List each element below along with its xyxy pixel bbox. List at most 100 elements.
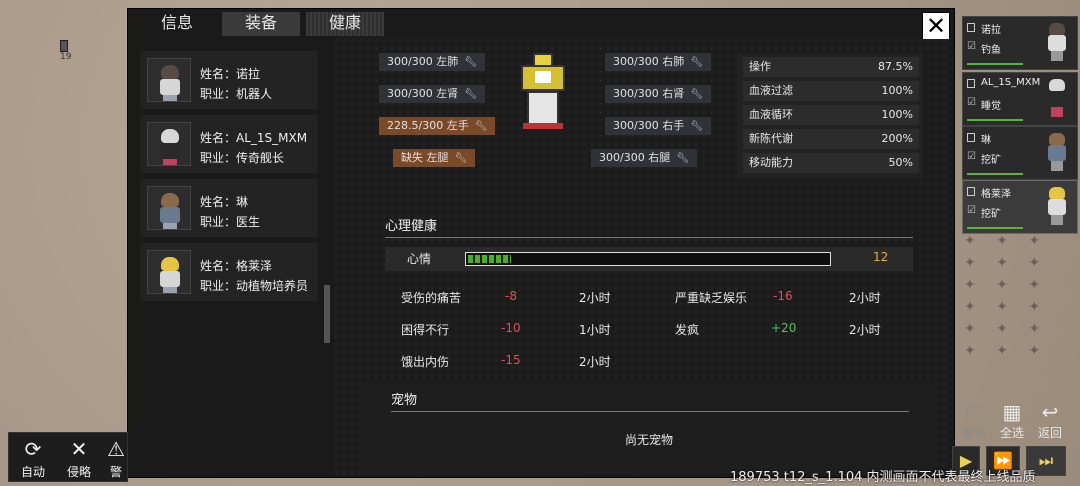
robot-chest (535, 71, 551, 83)
pets-section: 宠物 尚无宠物 (361, 383, 933, 475)
alert-label: 警 (109, 465, 122, 479)
tab-info[interactable]: 信息 (138, 12, 216, 36)
part-right-leg[interactable]: 300/300 右腿 🔧︎ (591, 149, 697, 167)
avatar (1041, 131, 1073, 177)
part-label: 300/300 右肾 (613, 87, 685, 100)
quick-card-job: 挖矿 (981, 209, 1001, 220)
tab-equipment[interactable]: 装备 (222, 12, 300, 36)
checkbox-icon[interactable]: ☑ (967, 41, 976, 52)
pets-title: 宠物 (391, 393, 418, 408)
avatar-body (160, 207, 180, 223)
select-all-label: 全选 (999, 426, 1024, 440)
colonist-card-gelaize[interactable]: 姓名：格莱泽 职业：动植物培养员 (140, 243, 318, 301)
colonist-icon (967, 187, 975, 196)
alert-button[interactable]: ⚠ 警 (105, 435, 127, 481)
part-left-leg[interactable]: 缺失 左腿 🔧︎ (393, 149, 476, 167)
auto-button[interactable]: ⟳ 自动 (15, 435, 51, 481)
colonist-card-nora[interactable]: 姓名：诺拉 职业：机器人 (140, 51, 318, 109)
part-right-lung[interactable]: 300/300 右肺 🔧︎ (605, 53, 711, 71)
wrench-icon: 🔧︎ (464, 89, 477, 100)
avatar-body (1048, 199, 1066, 215)
stat-label: 血液循环 (749, 108, 793, 121)
avatar-head (161, 129, 179, 143)
thought-duration: 2小时 (579, 355, 611, 369)
checkbox-icon[interactable]: ☑ (967, 151, 976, 162)
robot-feet (523, 123, 563, 129)
panel-tabs: 信息 装备 健康 (128, 9, 956, 37)
colonist-quick-card[interactable]: 诺拉 ☑ 钓鱼 (962, 16, 1078, 70)
colonist-icon (967, 79, 975, 88)
bottom-toolbar: ⟳ 自动 ✕ 侵略 ⚠ 警 (8, 432, 128, 482)
colonist-name: 姓名：诺拉 (200, 67, 261, 81)
auto-label: 自动 (20, 465, 45, 479)
thought-name: 严重缺乏娱乐 (675, 291, 748, 305)
avatar-body (160, 143, 180, 159)
avatar-legs (1051, 161, 1063, 171)
map-marker[interactable]: 19 (60, 40, 78, 62)
avatar (1041, 77, 1073, 123)
health-bar (967, 227, 1023, 229)
checkbox-icon[interactable]: ☑ (967, 97, 976, 108)
quick-card-job: 钓鱼 (981, 45, 1001, 56)
stat-metabolism: 新陈代谢 200% (743, 129, 919, 149)
stat-blood-filtration: 血液过滤 100% (743, 81, 919, 101)
part-left-kidney[interactable]: 300/300 左肾 🔧︎ (379, 85, 485, 103)
list-scrollbar[interactable] (324, 285, 330, 343)
thought-name: 受伤的痛苦 (401, 291, 462, 305)
part-left-lung[interactable]: 300/300 左肺 🔧︎ (379, 53, 485, 71)
part-right-hand[interactable]: 300/300 右手 🔧︎ (605, 117, 711, 135)
thought-name: 饿出内伤 (401, 355, 450, 369)
mood-row: 心情 12 (385, 247, 913, 271)
map-marker-badge: 19 (60, 52, 72, 62)
avatar-legs (163, 223, 177, 229)
part-left-hand[interactable]: 228.5/300 左手 🔧︎ (379, 117, 496, 135)
colonist-card-al1s[interactable]: 姓名：AL_1S_MXM 职业：传奇舰长 (140, 115, 318, 173)
avatar (147, 250, 191, 294)
wrench-icon: 🔧︎ (690, 121, 703, 132)
health-bar (967, 173, 1023, 175)
stat-value: 87.5% (878, 60, 913, 73)
tab-health[interactable]: 健康 (306, 12, 384, 36)
back-button[interactable]: ↩ 返回 (1032, 400, 1068, 440)
health-bar (967, 119, 1023, 121)
colonist-quick-card[interactable]: 琳 ☑ 挖矿 (962, 126, 1078, 180)
thought-name: 困得不行 (401, 323, 450, 337)
avatar (1041, 21, 1073, 67)
colonist-job: 职业：医生 (200, 215, 261, 229)
colonist-name: 姓名：AL_1S_MXM (200, 131, 308, 145)
avatar-legs (1051, 215, 1063, 225)
part-label: 300/300 右肺 (613, 55, 685, 68)
stat-blood-pumping: 血液循环 100% (743, 105, 919, 125)
colonist-quick-card[interactable]: AL_1S_MXM ☑ 睡觉 (962, 72, 1078, 126)
wrench-icon: 🔧︎ (690, 57, 703, 68)
section-divider (391, 411, 909, 412)
box-select-button[interactable]: ⬚ 框选 (956, 400, 992, 440)
part-right-kidney[interactable]: 300/300 右肾 🔧︎ (605, 85, 711, 103)
part-label: 300/300 右腿 (599, 151, 671, 164)
avatar-head (161, 65, 179, 79)
colonist-card-lin[interactable]: 姓名：琳 职业：医生 (140, 179, 318, 237)
auto-icon: ⟳ (24, 437, 42, 461)
colonist-icon (967, 23, 975, 32)
avatar-head (1049, 187, 1065, 199)
pets-empty-text: 尚无宠物 (625, 433, 674, 447)
mood-bar (465, 252, 831, 266)
stat-label: 血液过滤 (749, 84, 793, 97)
part-label: 300/300 左肺 (387, 55, 459, 68)
colonist-quick-card[interactable]: 格莱泽 ☑ 挖矿 (962, 180, 1078, 234)
stat-manipulation: 操作 87.5% (743, 57, 919, 77)
invade-label: 侵略 (66, 465, 91, 479)
close-button[interactable]: ✕ (922, 12, 950, 40)
avatar (1041, 185, 1073, 231)
map-texture: ✦ ✦ ✦ ✦ ✦ ✦ ✦ ✦ ✦ ✦ ✦ ✦ ✦ ✦ ✦ ✦ ✦ ✦ (964, 233, 1049, 359)
stat-value: 100% (881, 108, 913, 121)
checkbox-icon[interactable]: ☑ (967, 205, 976, 216)
part-label: 缺失 左腿 (401, 151, 449, 164)
colonist-job: 职业：动植物培养员 (200, 279, 309, 293)
stat-value: 200% (881, 132, 913, 145)
alert-icon: ⚠ (107, 437, 125, 461)
select-all-button[interactable]: ▦ 全选 (994, 400, 1030, 440)
avatar-head (1049, 133, 1065, 145)
invade-button[interactable]: ✕ 侵略 (61, 435, 97, 481)
mood-label: 心情 (407, 252, 432, 266)
